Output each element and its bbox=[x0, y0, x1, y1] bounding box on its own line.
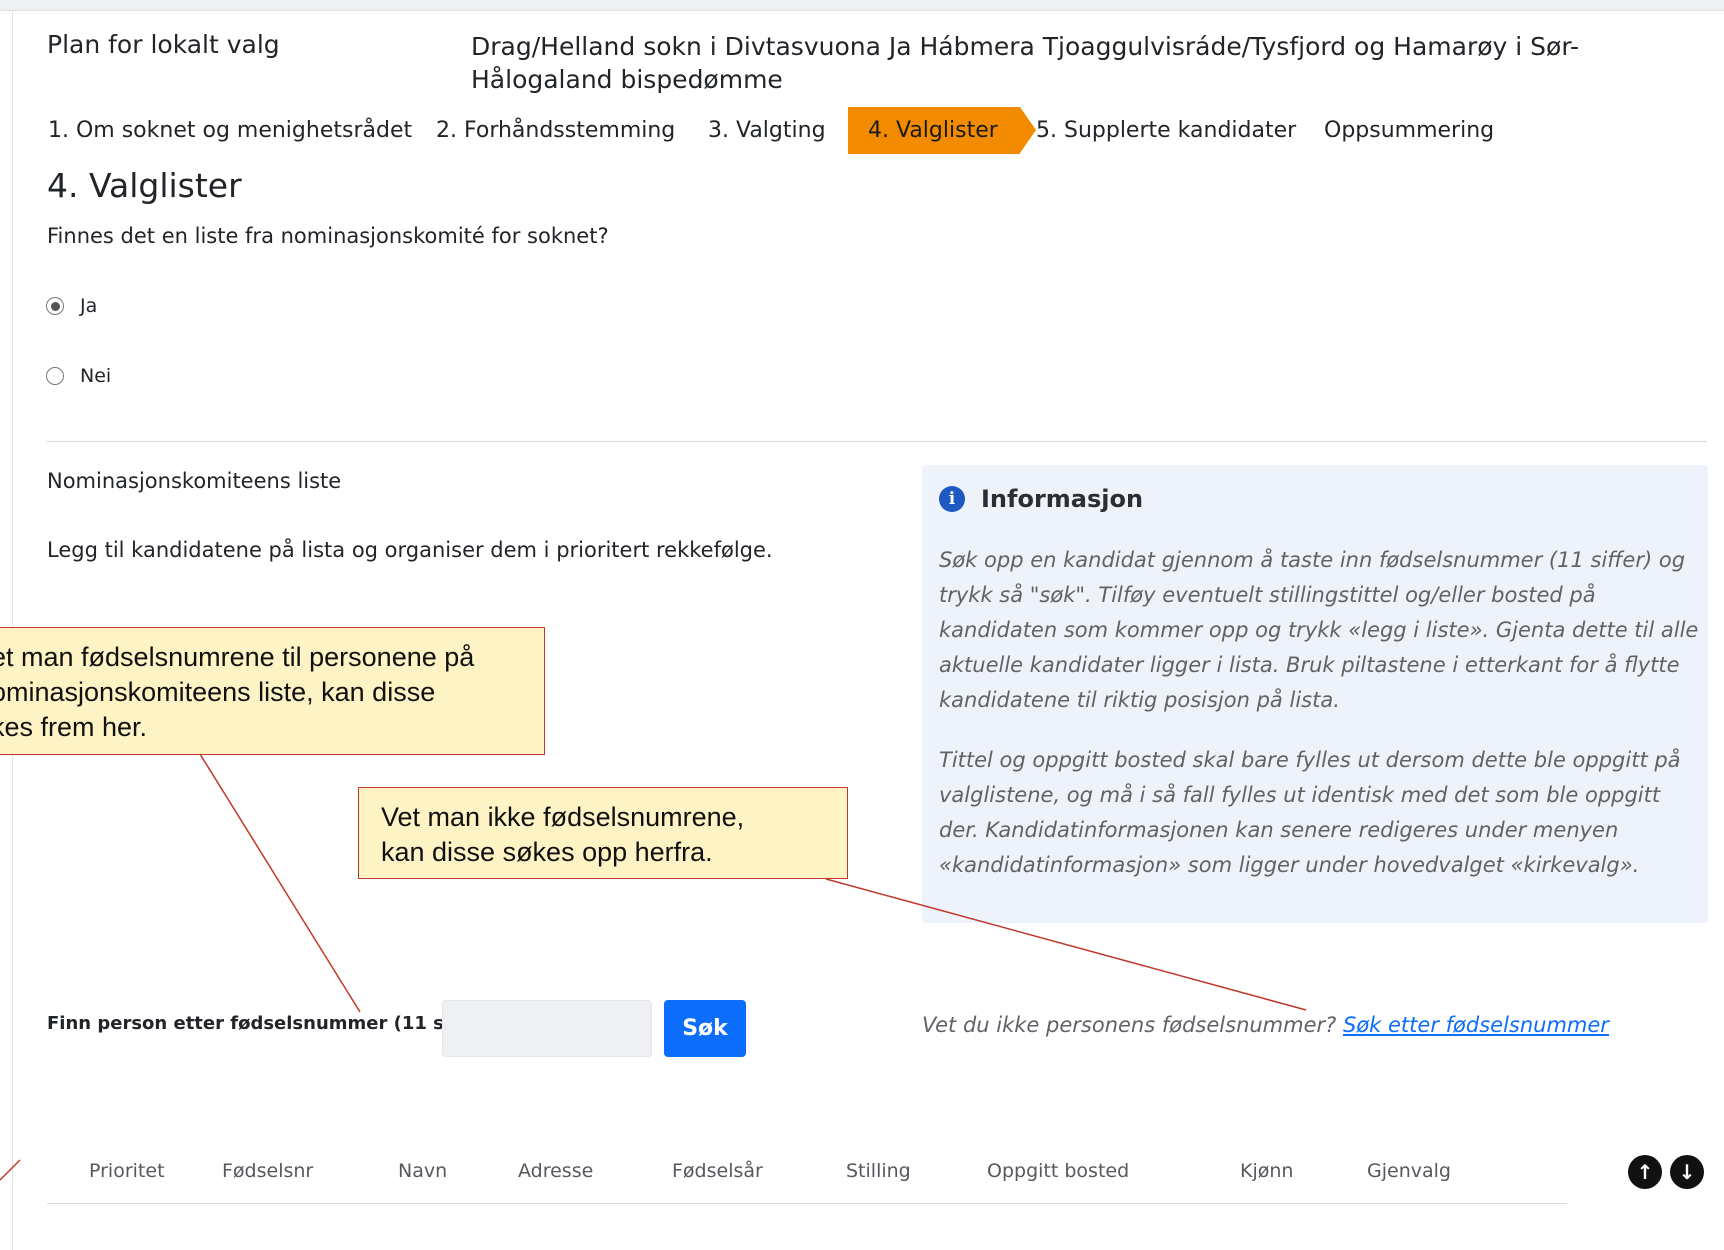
step-4-active[interactable]: 4. Valglister bbox=[848, 107, 1036, 154]
nomination-list-description: Legg til kandidatene på lista og organis… bbox=[47, 538, 773, 562]
plan-label: Plan for lokalt valg bbox=[47, 30, 280, 59]
radio-label-ja[interactable]: Ja bbox=[80, 295, 97, 317]
radio-option-nei[interactable]: Nei bbox=[46, 362, 111, 390]
column-header[interactable]: Oppgitt bosted bbox=[987, 1160, 1129, 1182]
step-3[interactable]: 3. Valgting bbox=[708, 107, 826, 154]
step-1[interactable]: 1. Om soknet og menighetsrådet bbox=[48, 107, 412, 154]
section-divider bbox=[47, 441, 1707, 442]
column-header[interactable]: Prioritet bbox=[89, 1160, 165, 1182]
column-header[interactable]: Stilling bbox=[846, 1160, 911, 1182]
info-paragraph-2: Tittel og oppgitt bosted skal bare fylle… bbox=[939, 748, 1681, 877]
arrow-down-circle-icon[interactable]: ↓ bbox=[1670, 1155, 1704, 1189]
radio-nei[interactable] bbox=[46, 367, 64, 385]
annotation-callout-unknown-ssn: Vet man ikke fødselsnumrene, kan disse s… bbox=[358, 787, 848, 879]
search-button[interactable]: Søk bbox=[664, 1000, 746, 1057]
column-header[interactable]: Adresse bbox=[518, 1160, 593, 1182]
radio-label-nei[interactable]: Nei bbox=[80, 365, 111, 387]
radio-ja[interactable] bbox=[46, 297, 64, 315]
annotation-callout-known-ssn: et man fødselsnumrene til personene på o… bbox=[0, 627, 545, 755]
radio-dot bbox=[50, 301, 60, 311]
info-title: Informasjon bbox=[981, 485, 1144, 513]
search-label: Finn person etter fødselsnummer (11 siff… bbox=[47, 1013, 494, 1034]
info-header: i Informasjon bbox=[939, 485, 1143, 513]
column-header[interactable]: Fødselsår bbox=[672, 1160, 763, 1182]
column-header[interactable]: Navn bbox=[398, 1160, 447, 1182]
step-5[interactable]: 5. Supplerte kandidater bbox=[1036, 107, 1296, 154]
info-paragraph-1: Søk opp en kandidat gjennom å taste inn … bbox=[939, 548, 1699, 712]
parish-title: Drag/Helland sokn i Divtasvuona Ja Hábme… bbox=[471, 32, 1580, 94]
step-summary[interactable]: Oppsummering bbox=[1324, 107, 1494, 154]
nomination-question: Finnes det en liste fra nominasjonskomit… bbox=[47, 224, 609, 248]
column-header[interactable]: Fødselsnr bbox=[222, 1160, 313, 1182]
info-panel: i Informasjon Søk opp en kandidat gjenno… bbox=[922, 465, 1708, 923]
column-header[interactable]: Gjenvalg bbox=[1367, 1160, 1451, 1182]
column-header[interactable]: Kjønn bbox=[1240, 1160, 1293, 1182]
radio-option-ja[interactable]: Ja bbox=[46, 292, 97, 320]
leader-line-1 bbox=[199, 753, 361, 1013]
top-bar bbox=[0, 0, 1724, 10]
search-ssn-link[interactable]: Søk etter fødselsnummer bbox=[1343, 1013, 1609, 1037]
unknown-ssn-hint: Vet du ikke personens fødselsnummer? Søk… bbox=[922, 1013, 1609, 1037]
callout-text: Vet man ikke fødselsnumrene, kan disse s… bbox=[381, 802, 745, 867]
section-title: 4. Valglister bbox=[47, 166, 242, 205]
nomination-list-title: Nominasjonskomiteens liste bbox=[47, 469, 342, 493]
leader-line-3 bbox=[0, 1159, 21, 1181]
callout-text: et man fødselsnumrene til personene på o… bbox=[0, 642, 475, 742]
arrow-up-circle-icon[interactable]: ↑ bbox=[1628, 1155, 1662, 1189]
info-circle-icon: i bbox=[939, 486, 965, 512]
table-header-rule bbox=[47, 1203, 1567, 1204]
unknown-ssn-text: Vet du ikke personens fødselsnummer? bbox=[922, 1013, 1337, 1037]
top-bar-border bbox=[0, 10, 1724, 11]
ssn-search-input[interactable] bbox=[442, 1000, 652, 1057]
step-2[interactable]: 2. Forhåndsstemming bbox=[436, 107, 675, 154]
